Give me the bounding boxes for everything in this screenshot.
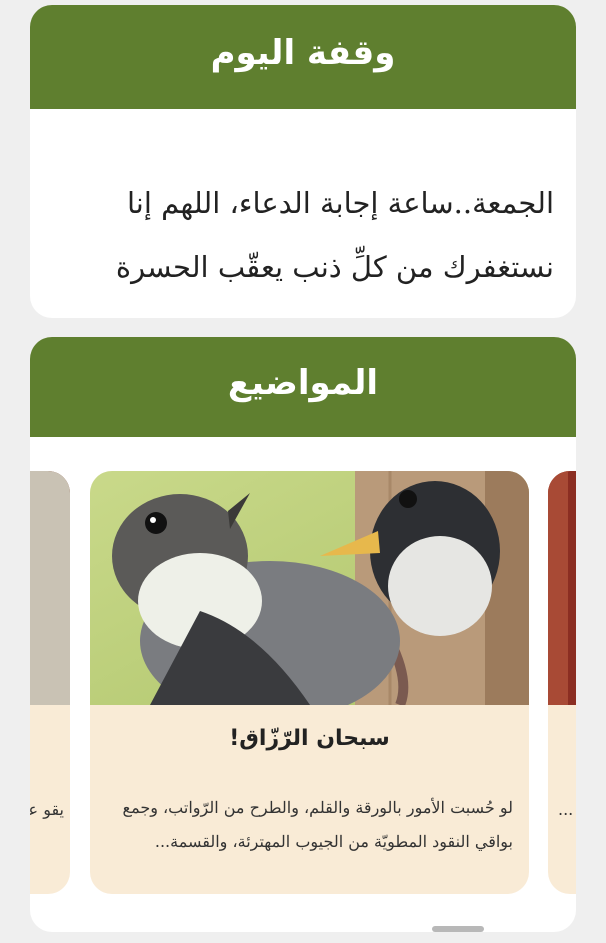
topic-excerpt-next: ... (558, 800, 574, 819)
topic-title[interactable]: سبحان الرّزّاق! (90, 726, 529, 751)
daily-reflection-text: الجمعة..ساعة إجابة الدعاء، اللهم إنا نست… (115, 186, 554, 318)
topic-image-swallows (90, 471, 529, 705)
topic-card-next[interactable]: ... (548, 471, 576, 894)
daily-reflection-card: وقفة اليوم الجمعة..ساعة إجابة الدعاء، ال… (30, 5, 576, 318)
topics-section: المواضيع يقو علي (30, 337, 576, 932)
carousel-scroll-indicator[interactable] (432, 926, 484, 932)
topic-excerpt: لو حُسبت الأمور بالورقة والقلم، والطرح م… (122, 798, 513, 851)
topic-image-next (548, 471, 576, 705)
topic-card[interactable]: سبحان الرّزّاق! لو حُسبت الأمور بالورقة … (90, 471, 529, 894)
topic-excerpt-previous: يقو علي (30, 800, 64, 819)
topics-title: المواضيع (30, 337, 576, 437)
topic-image-previous (30, 471, 70, 705)
topic-card-previous[interactable]: يقو علي (30, 471, 70, 894)
daily-reflection-title: وقفة اليوم (30, 5, 576, 109)
topics-carousel[interactable]: يقو علي (30, 437, 576, 932)
